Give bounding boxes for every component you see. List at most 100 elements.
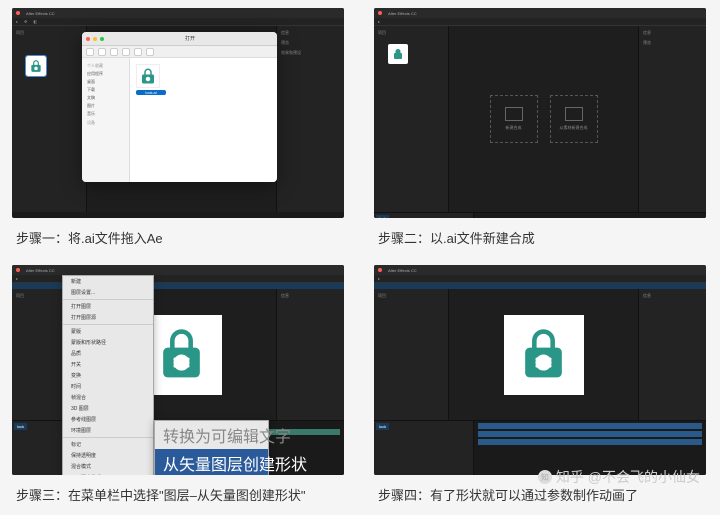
- menu-item[interactable]: 参考线图层: [63, 414, 153, 425]
- finder-toolbar: [82, 46, 277, 58]
- menu-item[interactable]: 蒙版和形状路径: [63, 337, 153, 348]
- menu-item[interactable]: 保持透明度: [63, 450, 153, 461]
- layer-submenu: 转换为可编辑文字 从矢量图层创建形状 从文本创建形状 从文本创建蒙版 自动追踪.…: [154, 420, 269, 475]
- project-item-thumbnail[interactable]: [26, 56, 46, 76]
- project-tab: 项目: [16, 30, 82, 36]
- menu-item[interactable]: 打开图层源: [63, 312, 153, 323]
- screenshot-2: After Effects CC ▸ 项目: [374, 8, 706, 218]
- timeline-shape-layer[interactable]: [478, 431, 702, 437]
- minimize-icon[interactable]: [93, 37, 97, 41]
- layer-menu: 新建 图层设置... 打开图层 打开图层源 蒙版 蒙版和形状路径 品质 开关 变…: [62, 275, 154, 475]
- timeline-tab[interactable]: lock: [14, 423, 27, 430]
- project-tab: 项目: [378, 30, 444, 36]
- file-item[interactable]: lock.ai: [136, 64, 271, 95]
- project-item-thumbnail[interactable]: [388, 44, 408, 64]
- tool-icon: ▸: [378, 276, 380, 281]
- finder-sidebar: 个人收藏 应用程序 桌面 下载 文稿 图片 音乐 设备: [82, 58, 130, 182]
- new-comp-dropzone: 新建合成 从素材新建合成: [490, 95, 598, 143]
- step-2: After Effects CC ▸ 项目: [374, 8, 708, 247]
- sidebar-heading: 设备: [85, 118, 126, 127]
- view-icon[interactable]: [134, 48, 142, 56]
- drop-label: 新建合成: [506, 125, 522, 131]
- sidebar-item[interactable]: 文稿: [85, 94, 126, 102]
- step-caption: 步骤一：将.ai文件拖入Ae: [12, 228, 346, 247]
- app-name: After Effects CC: [388, 268, 417, 273]
- finder-dialog: 打开 个人收藏 应用程序 桌面 下载 文稿: [82, 32, 277, 182]
- app-name: After Effects CC: [26, 11, 55, 16]
- step-1: After Effects CC ▸ ✥ ◧ 项目: [12, 8, 346, 247]
- close-icon: [378, 11, 382, 15]
- menu-item[interactable]: 混合模式: [63, 461, 153, 472]
- info-tab: 信息: [281, 30, 340, 36]
- preview-tab: 预览: [643, 40, 702, 46]
- forward-button[interactable]: [98, 48, 106, 56]
- macos-menubar: After Effects CC: [12, 8, 344, 18]
- menu-item-disabled: 转换为可编辑文字: [155, 421, 268, 449]
- step-caption: 步骤三：在菜单栏中选择"图层–从矢量图创建形状": [12, 485, 346, 504]
- menu-item[interactable]: 开关: [63, 359, 153, 370]
- drop-label: 从素材新建合成: [560, 125, 588, 131]
- tool-icon: ✥: [24, 19, 27, 24]
- screenshot-3: After Effects CC ▸ 项目 信息 lock: [12, 265, 344, 475]
- sidebar-item[interactable]: 图片: [85, 102, 126, 110]
- info-tab: 信息: [643, 30, 702, 36]
- menu-item[interactable]: 图层设置...: [63, 287, 153, 298]
- back-button[interactable]: [86, 48, 94, 56]
- view-icon[interactable]: [122, 48, 130, 56]
- menu-item[interactable]: 打开图层: [63, 301, 153, 312]
- preview-tab: 预览: [281, 40, 340, 46]
- close-icon[interactable]: [86, 37, 90, 41]
- sidebar-item[interactable]: 下载: [85, 86, 126, 94]
- timeline-shape-layer[interactable]: [478, 423, 702, 429]
- view-icon[interactable]: [110, 48, 118, 56]
- sidebar-heading: 个人收藏: [85, 61, 126, 70]
- zoom-icon[interactable]: [100, 37, 104, 41]
- menu-item[interactable]: 变换: [63, 370, 153, 381]
- info-tab: 信息: [643, 293, 702, 299]
- app-name: After Effects CC: [26, 268, 55, 273]
- ae-toolbar: ▸ ✥ ◧: [12, 18, 344, 26]
- tool-icon: ▸: [378, 19, 380, 24]
- menu-item-create-shapes[interactable]: 从矢量图层创建形状: [155, 449, 268, 475]
- project-panel: 项目: [12, 26, 87, 212]
- timeline-shape-layer[interactable]: [478, 439, 702, 445]
- close-icon: [16, 11, 20, 15]
- menu-item[interactable]: 新建: [63, 276, 153, 287]
- composition-canvas: [504, 315, 584, 395]
- menu-item[interactable]: 环境图层: [63, 425, 153, 436]
- menu-item[interactable]: 标记: [63, 439, 153, 450]
- file-name: lock.ai: [136, 90, 166, 95]
- effects-tab: 效果和预设: [281, 50, 340, 56]
- close-icon: [16, 268, 20, 272]
- project-tab: 项目: [378, 293, 444, 299]
- sidebar-item[interactable]: 音乐: [85, 110, 126, 118]
- screenshot-1: After Effects CC ▸ ✥ ◧ 项目: [12, 8, 344, 218]
- timeline-tab[interactable]: lock: [376, 423, 389, 430]
- finder-file-area[interactable]: lock.ai: [130, 58, 277, 182]
- timeline-tab[interactable]: lock: [376, 215, 389, 218]
- screenshot-4: After Effects CC ▸ 项目 信息 lock: [374, 265, 706, 475]
- info-tab: 信息: [281, 293, 340, 299]
- close-icon: [378, 268, 382, 272]
- step-caption: 步骤二：以.ai文件新建合成: [374, 228, 708, 247]
- sidebar-item[interactable]: 桌面: [85, 78, 126, 86]
- menu-item[interactable]: 时间: [63, 381, 153, 392]
- menu-item[interactable]: 品质: [63, 348, 153, 359]
- sidebar-item[interactable]: 应用程序: [85, 70, 126, 78]
- right-panels: 信息 预览 效果和预设: [276, 26, 344, 212]
- step-3: After Effects CC ▸ 项目 信息 lock: [12, 265, 346, 504]
- film-icon: [565, 107, 583, 121]
- step-caption: 步骤四：有了形状就可以通过参数制作动画了: [374, 485, 708, 504]
- menu-item[interactable]: 下一混合模式: [63, 472, 153, 475]
- step-4: After Effects CC ▸ 项目 信息 lock: [374, 265, 708, 504]
- share-icon[interactable]: [146, 48, 154, 56]
- menu-item[interactable]: 3D 图层: [63, 403, 153, 414]
- new-comp-button[interactable]: 新建合成: [490, 95, 538, 143]
- film-icon: [505, 107, 523, 121]
- tool-icon: ◧: [33, 19, 37, 24]
- tool-icon: ▸: [16, 19, 18, 24]
- comp-from-footage-button[interactable]: 从素材新建合成: [550, 95, 598, 143]
- menu-item[interactable]: 帧混合: [63, 392, 153, 403]
- menu-item[interactable]: 蒙版: [63, 326, 153, 337]
- tool-icon: ▸: [16, 276, 18, 281]
